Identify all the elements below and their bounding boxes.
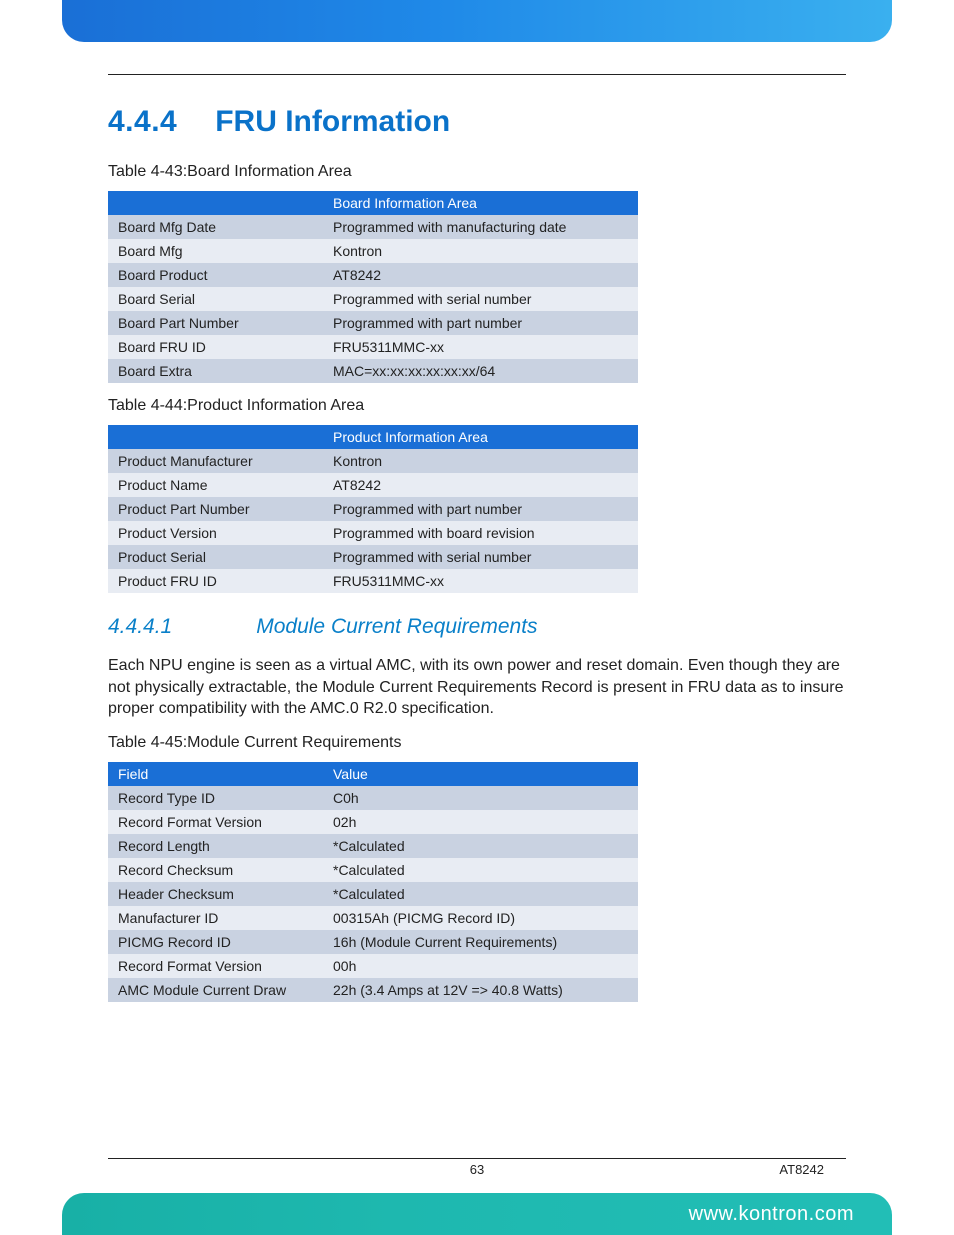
- cell-val: C0h: [323, 786, 638, 810]
- table-header-right: Board Information Area: [323, 191, 638, 215]
- cell-key: Board Serial: [108, 287, 323, 311]
- cell-key: Board Mfg: [108, 239, 323, 263]
- table-43: Board Information Area Board Mfg DatePro…: [108, 191, 638, 383]
- cell-val: 00315Ah (PICMG Record ID): [323, 906, 638, 930]
- table-row: Board ProductAT8242: [108, 263, 638, 287]
- table-header-blank: [108, 425, 323, 449]
- cell-val: Programmed with part number: [323, 497, 638, 521]
- table-row: Product ManufacturerKontron: [108, 449, 638, 473]
- footer-url: www.kontron.com: [689, 1203, 854, 1226]
- cell-val: 22h (3.4 Amps at 12V => 40.8 Watts): [323, 978, 638, 1002]
- table-44-caption: Table 4-44:Product Information Area: [108, 397, 846, 415]
- cell-val: Kontron: [323, 449, 638, 473]
- table-row: Record Format Version02h: [108, 810, 638, 834]
- table-header-field: Field: [108, 762, 323, 786]
- cell-val: Kontron: [323, 239, 638, 263]
- cell-val: Programmed with manufacturing date: [323, 215, 638, 239]
- table-45-caption: Table 4-45:Module Current Requirements: [108, 734, 846, 752]
- table-row: Record Type IDC0h: [108, 786, 638, 810]
- table-row: Record Format Version00h: [108, 954, 638, 978]
- table-row: Board Part NumberProgrammed with part nu…: [108, 311, 638, 335]
- body-paragraph: Each NPU engine is seen as a virtual AMC…: [108, 655, 846, 720]
- cell-val: Programmed with serial number: [323, 545, 638, 569]
- cell-key: Product Version: [108, 521, 323, 545]
- cell-key: Header Checksum: [108, 882, 323, 906]
- section-title: FRU Information: [215, 105, 450, 139]
- cell-val: *Calculated: [323, 858, 638, 882]
- cell-val: *Calculated: [323, 834, 638, 858]
- cell-key: Record Type ID: [108, 786, 323, 810]
- cell-key: Record Format Version: [108, 810, 323, 834]
- table-row: AMC Module Current Draw22h (3.4 Amps at …: [108, 978, 638, 1002]
- footer-rule: [108, 1158, 846, 1159]
- table-row: Header Checksum*Calculated: [108, 882, 638, 906]
- table-44: Product Information Area Product Manufac…: [108, 425, 638, 593]
- footer-doc-id: AT8242: [779, 1162, 824, 1177]
- cell-val: FRU5311MMC-xx: [323, 335, 638, 359]
- top-banner: [62, 0, 892, 42]
- table-row: Product VersionProgrammed with board rev…: [108, 521, 638, 545]
- table-45: Field Value Record Type IDC0h Record For…: [108, 762, 638, 1002]
- cell-key: Product Manufacturer: [108, 449, 323, 473]
- table-row: Board FRU IDFRU5311MMC-xx: [108, 335, 638, 359]
- cell-key: Board Part Number: [108, 311, 323, 335]
- table-row: PICMG Record ID16h (Module Current Requi…: [108, 930, 638, 954]
- section-number: 4.4.4: [108, 105, 177, 139]
- cell-key: Record Length: [108, 834, 323, 858]
- table-row: Board ExtraMAC=xx:xx:xx:xx:xx:xx/64: [108, 359, 638, 383]
- cell-key: Manufacturer ID: [108, 906, 323, 930]
- cell-key: Record Checksum: [108, 858, 323, 882]
- table-header-right: Product Information Area: [323, 425, 638, 449]
- cell-key: Product Part Number: [108, 497, 323, 521]
- cell-val: 16h (Module Current Requirements): [323, 930, 638, 954]
- cell-val: Programmed with serial number: [323, 287, 638, 311]
- subsection-heading: 4.4.4.1 Module Current Requirements: [108, 615, 846, 639]
- table-row: Record Length*Calculated: [108, 834, 638, 858]
- cell-key: PICMG Record ID: [108, 930, 323, 954]
- table-row: Product NameAT8242: [108, 473, 638, 497]
- cell-val: FRU5311MMC-xx: [323, 569, 638, 593]
- table-row: Product SerialProgrammed with serial num…: [108, 545, 638, 569]
- table-row: Manufacturer ID00315Ah (PICMG Record ID): [108, 906, 638, 930]
- table-43-caption: Table 4-43:Board Information Area: [108, 163, 846, 181]
- page: 4.4.4 FRU Information Table 4-43:Board I…: [0, 0, 954, 1235]
- table-header-row: Board Information Area: [108, 191, 638, 215]
- table-row: Product FRU IDFRU5311MMC-xx: [108, 569, 638, 593]
- cell-val: *Calculated: [323, 882, 638, 906]
- cell-val: AT8242: [323, 473, 638, 497]
- cell-key: Board Product: [108, 263, 323, 287]
- table-header-blank: [108, 191, 323, 215]
- cell-val: Programmed with part number: [323, 311, 638, 335]
- cell-key: AMC Module Current Draw: [108, 978, 323, 1002]
- cell-key: Board Mfg Date: [108, 215, 323, 239]
- cell-key: Board FRU ID: [108, 335, 323, 359]
- subsection-number: 4.4.4.1: [108, 615, 172, 639]
- table-header-row: Field Value: [108, 762, 638, 786]
- cell-key: Record Format Version: [108, 954, 323, 978]
- cell-val: MAC=xx:xx:xx:xx:xx:xx/64: [323, 359, 638, 383]
- cell-val: 00h: [323, 954, 638, 978]
- cell-val: 02h: [323, 810, 638, 834]
- cell-key: Product FRU ID: [108, 569, 323, 593]
- bottom-banner: www.kontron.com: [62, 1193, 892, 1235]
- table-row: Board Mfg DateProgrammed with manufactur…: [108, 215, 638, 239]
- table-row: Record Checksum*Calculated: [108, 858, 638, 882]
- table-row: Product Part NumberProgrammed with part …: [108, 497, 638, 521]
- table-header-row: Product Information Area: [108, 425, 638, 449]
- table-row: Board SerialProgrammed with serial numbe…: [108, 287, 638, 311]
- header-rule: [108, 74, 846, 75]
- cell-key: Board Extra: [108, 359, 323, 383]
- cell-key: Product Serial: [108, 545, 323, 569]
- subsection-title: Module Current Requirements: [256, 615, 537, 639]
- content-area: 4.4.4 FRU Information Table 4-43:Board I…: [108, 95, 846, 1008]
- cell-key: Product Name: [108, 473, 323, 497]
- table-header-value: Value: [323, 762, 638, 786]
- cell-val: AT8242: [323, 263, 638, 287]
- table-row: Board MfgKontron: [108, 239, 638, 263]
- section-heading: 4.4.4 FRU Information: [108, 105, 846, 139]
- cell-val: Programmed with board revision: [323, 521, 638, 545]
